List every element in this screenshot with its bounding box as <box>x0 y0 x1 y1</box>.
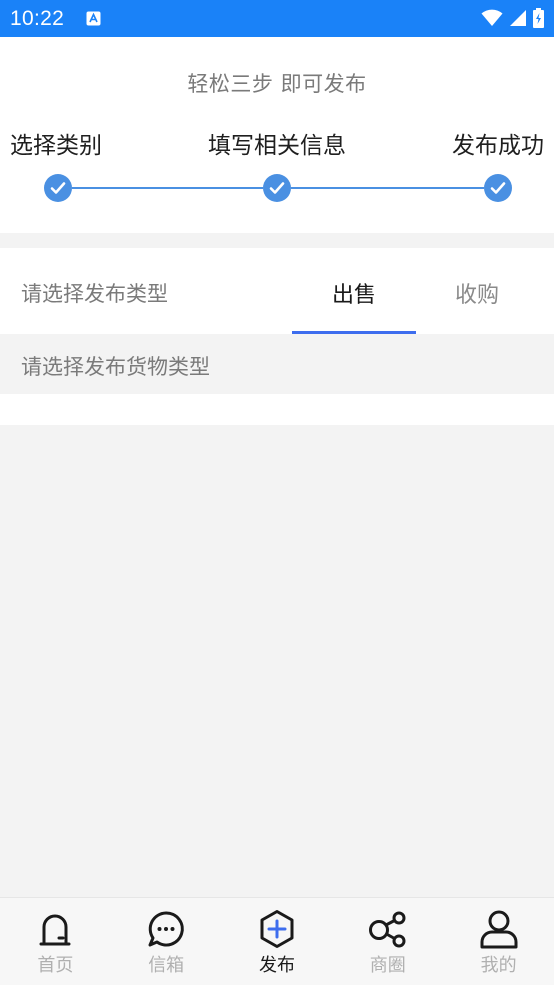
goods-type-list <box>0 394 554 425</box>
publish-type-row: 请选择发布类型 出售 收购 <box>0 248 554 334</box>
nav-item-business-circle[interactable]: 商圈 <box>332 898 443 985</box>
status-time: 10:22 <box>10 6 65 30</box>
step-check-icon <box>44 174 72 202</box>
chat-bubble-icon <box>144 909 188 949</box>
publish-plus-icon <box>255 909 299 949</box>
nav-label-mine: 我的 <box>480 955 517 976</box>
nav-label-business-circle: 商圈 <box>369 955 406 976</box>
step-connector-line <box>291 187 484 189</box>
steps-subtitle: 轻松三步 即可发布 <box>187 72 367 96</box>
active-tab-indicator <box>292 331 416 334</box>
step-connector-line <box>72 187 263 189</box>
profile-icon <box>477 909 521 949</box>
tab-buy[interactable]: 收购 <box>415 277 539 309</box>
home-icon <box>33 909 77 949</box>
tab-sell[interactable]: 出售 <box>292 277 416 309</box>
nav-item-home[interactable]: 首页 <box>0 898 111 985</box>
goods-type-prompt: 请选择发布货物类型 <box>21 355 210 379</box>
nav-label-inbox: 信箱 <box>148 955 185 976</box>
battery-icon <box>533 8 544 32</box>
step-check-icon <box>484 174 512 202</box>
share-network-icon <box>366 909 410 949</box>
bottom-nav: 首页 信箱 发布 商圈 我的 <box>0 897 554 985</box>
status-bar: 10:22 <box>0 0 554 37</box>
app-notification-icon <box>86 11 101 26</box>
step-label-publish-success: 发布成功 <box>452 133 544 159</box>
status-indicators <box>481 8 544 32</box>
nav-label-publish: 发布 <box>258 955 295 976</box>
wifi-icon <box>481 9 503 31</box>
step-check-icon <box>263 174 291 202</box>
cell-signal-icon <box>509 9 527 31</box>
steps-panel: 轻松三步 即可发布 选择类别 填写相关信息 发布成功 <box>0 37 554 233</box>
nav-label-home: 首页 <box>37 955 74 976</box>
nav-item-mine[interactable]: 我的 <box>443 898 554 985</box>
publish-type-prompt: 请选择发布类型 <box>21 282 168 306</box>
nav-item-publish[interactable]: 发布 <box>222 898 333 985</box>
nav-item-inbox[interactable]: 信箱 <box>111 898 222 985</box>
